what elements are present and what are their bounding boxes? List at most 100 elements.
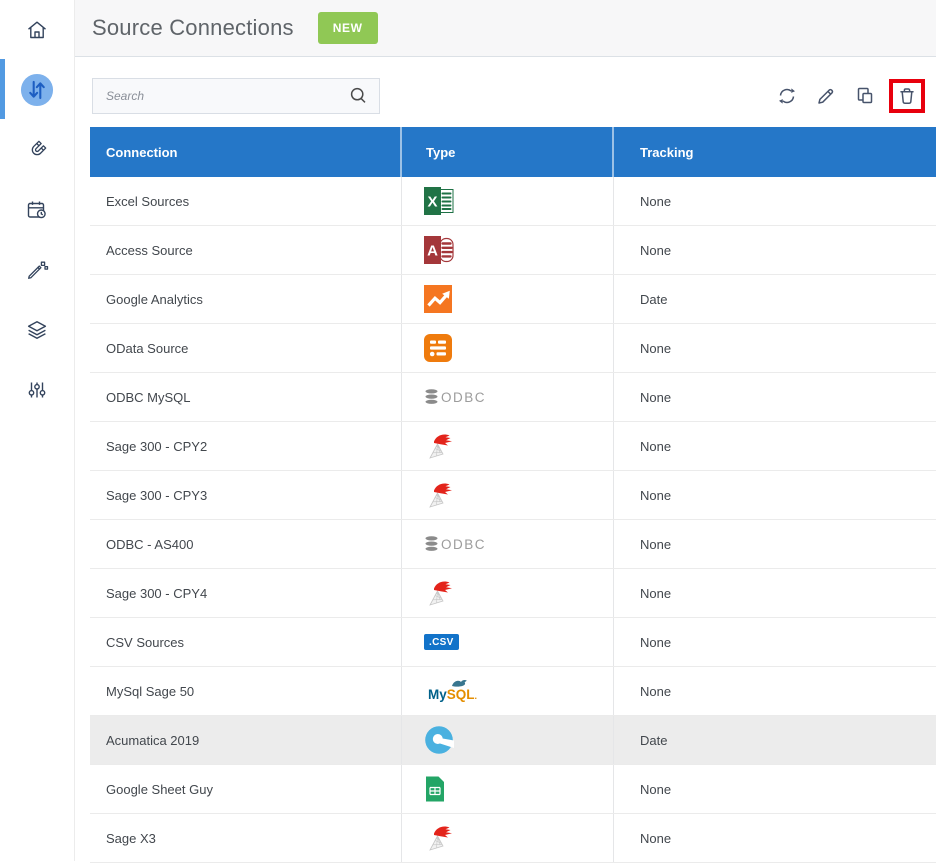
table-row[interactable]: ODBC - AS400 ODBC None — [90, 520, 936, 569]
odbc-icon: ODBC — [424, 388, 488, 406]
tracking-value: None — [640, 194, 671, 209]
sidebar — [0, 0, 75, 861]
sidebar-item-wand[interactable] — [0, 240, 74, 300]
table-row[interactable]: Access Source A None — [90, 226, 936, 275]
sliders-icon — [25, 378, 49, 402]
svg-text:ODBC: ODBC — [441, 537, 486, 552]
connection-cell: MySql Sage 50 — [90, 667, 402, 715]
connection-cell: CSV Sources — [90, 618, 402, 666]
type-cell: ODBC — [402, 520, 614, 568]
new-button[interactable]: NEW — [318, 12, 378, 44]
connection-cell: Google Analytics — [90, 275, 402, 323]
tracking-value: Date — [640, 733, 667, 748]
tracking-cell: None — [614, 569, 936, 617]
copy-button[interactable] — [850, 81, 880, 111]
connection-name: Google Sheet Guy — [106, 782, 213, 797]
sql-server-icon — [424, 480, 454, 510]
connection-name: MySql Sage 50 — [106, 684, 194, 699]
tracking-value: None — [640, 537, 671, 552]
table-row[interactable]: OData Source None — [90, 324, 936, 373]
connection-name: ODBC MySQL — [106, 390, 191, 405]
connection-name: Google Analytics — [106, 292, 203, 307]
search-box — [92, 78, 380, 114]
type-cell: MySQL. — [402, 667, 614, 715]
connection-cell: Google Sheet Guy — [90, 765, 402, 813]
column-header-tracking[interactable]: Tracking — [614, 127, 936, 177]
sync-icon — [20, 73, 54, 107]
column-header-type[interactable]: Type — [402, 127, 614, 177]
tracking-value: None — [640, 684, 671, 699]
sidebar-item-connections[interactable] — [0, 60, 74, 120]
edit-icon — [815, 85, 837, 107]
tracking-cell: None — [614, 177, 936, 225]
refresh-button[interactable] — [772, 81, 802, 111]
type-cell — [402, 275, 614, 323]
table-row[interactable]: MySql Sage 50 MySQL. None — [90, 667, 936, 716]
connection-name: Acumatica 2019 — [106, 733, 199, 748]
tracking-value: None — [640, 243, 671, 258]
connection-name: Sage 300 - CPY4 — [106, 586, 207, 601]
type-cell — [402, 814, 614, 862]
home-icon — [25, 18, 49, 42]
tracking-value: None — [640, 439, 671, 454]
tracking-value: None — [640, 635, 671, 650]
connection-cell: Sage 300 - CPY2 — [90, 422, 402, 470]
refresh-icon — [776, 85, 798, 107]
odbc-icon: ODBC — [424, 535, 488, 553]
copy-icon — [854, 85, 876, 107]
table-row[interactable]: ODBC MySQL ODBC None — [90, 373, 936, 422]
tracking-cell: None — [614, 667, 936, 715]
connection-name: CSV Sources — [106, 635, 184, 650]
table-row[interactable]: CSV Sources.CSVNone — [90, 618, 936, 667]
tracking-cell: None — [614, 226, 936, 274]
svg-text:X: X — [427, 194, 437, 211]
type-cell: X — [402, 177, 614, 225]
connection-cell: OData Source — [90, 324, 402, 372]
table-row[interactable]: Acumatica 2019 Date — [90, 716, 936, 765]
search-input[interactable] — [104, 88, 348, 104]
table-row[interactable]: Sage 300 - CPY3None — [90, 471, 936, 520]
google-sheets-icon — [424, 775, 446, 803]
acumatica-icon — [424, 725, 454, 755]
sidebar-item-layers[interactable] — [0, 300, 74, 360]
tracking-value: None — [640, 390, 671, 405]
column-header-label: Tracking — [640, 145, 693, 160]
table-row[interactable]: Google Sheet Guy None — [90, 765, 936, 814]
connection-cell: Sage 300 - CPY3 — [90, 471, 402, 519]
table-row[interactable]: Sage 300 - CPY4 None — [90, 569, 936, 618]
column-header-connection[interactable]: Connection — [90, 127, 402, 177]
type-cell — [402, 716, 614, 764]
tracking-value: None — [640, 341, 671, 356]
type-cell: A — [402, 226, 614, 274]
tracking-cell: None — [614, 520, 936, 568]
tracking-cell: None — [614, 324, 936, 372]
connection-name: Sage 300 - CPY2 — [106, 439, 207, 454]
main-area: Source Connections NEW ConnectionType Tra… — [75, 0, 936, 861]
connection-name: Excel Sources — [106, 194, 189, 209]
table-row[interactable]: Sage 300 - CPY2 None — [90, 422, 936, 471]
mysql-icon: MySQL. — [424, 678, 478, 705]
connection-cell: ODBC - AS400 — [90, 520, 402, 568]
table-row[interactable]: Sage X3None — [90, 814, 936, 863]
tracking-cell: None — [614, 814, 936, 862]
delete-icon — [896, 85, 918, 107]
sidebar-item-home[interactable] — [0, 0, 74, 60]
tracking-cell: None — [614, 373, 936, 421]
sidebar-item-magnet[interactable] — [0, 120, 74, 180]
tracking-cell: None — [614, 618, 936, 666]
connection-cell: Access Source — [90, 226, 402, 274]
sidebar-item-settings[interactable] — [0, 360, 74, 420]
table-row[interactable]: Google Analytics Date — [90, 275, 936, 324]
connection-cell: Acumatica 2019 — [90, 716, 402, 764]
table-row[interactable]: Excel Sources X None — [90, 177, 936, 226]
delete-button[interactable] — [889, 79, 925, 113]
sidebar-item-schedule[interactable] — [0, 180, 74, 240]
page-title: Source Connections — [92, 15, 294, 41]
svg-text:A: A — [427, 243, 438, 260]
search-icon[interactable] — [348, 85, 370, 107]
tracking-value: Date — [640, 292, 667, 307]
edit-button[interactable] — [811, 81, 841, 111]
type-cell — [402, 422, 614, 470]
tracking-value: None — [640, 782, 671, 797]
connection-name: ODBC - AS400 — [106, 537, 193, 552]
